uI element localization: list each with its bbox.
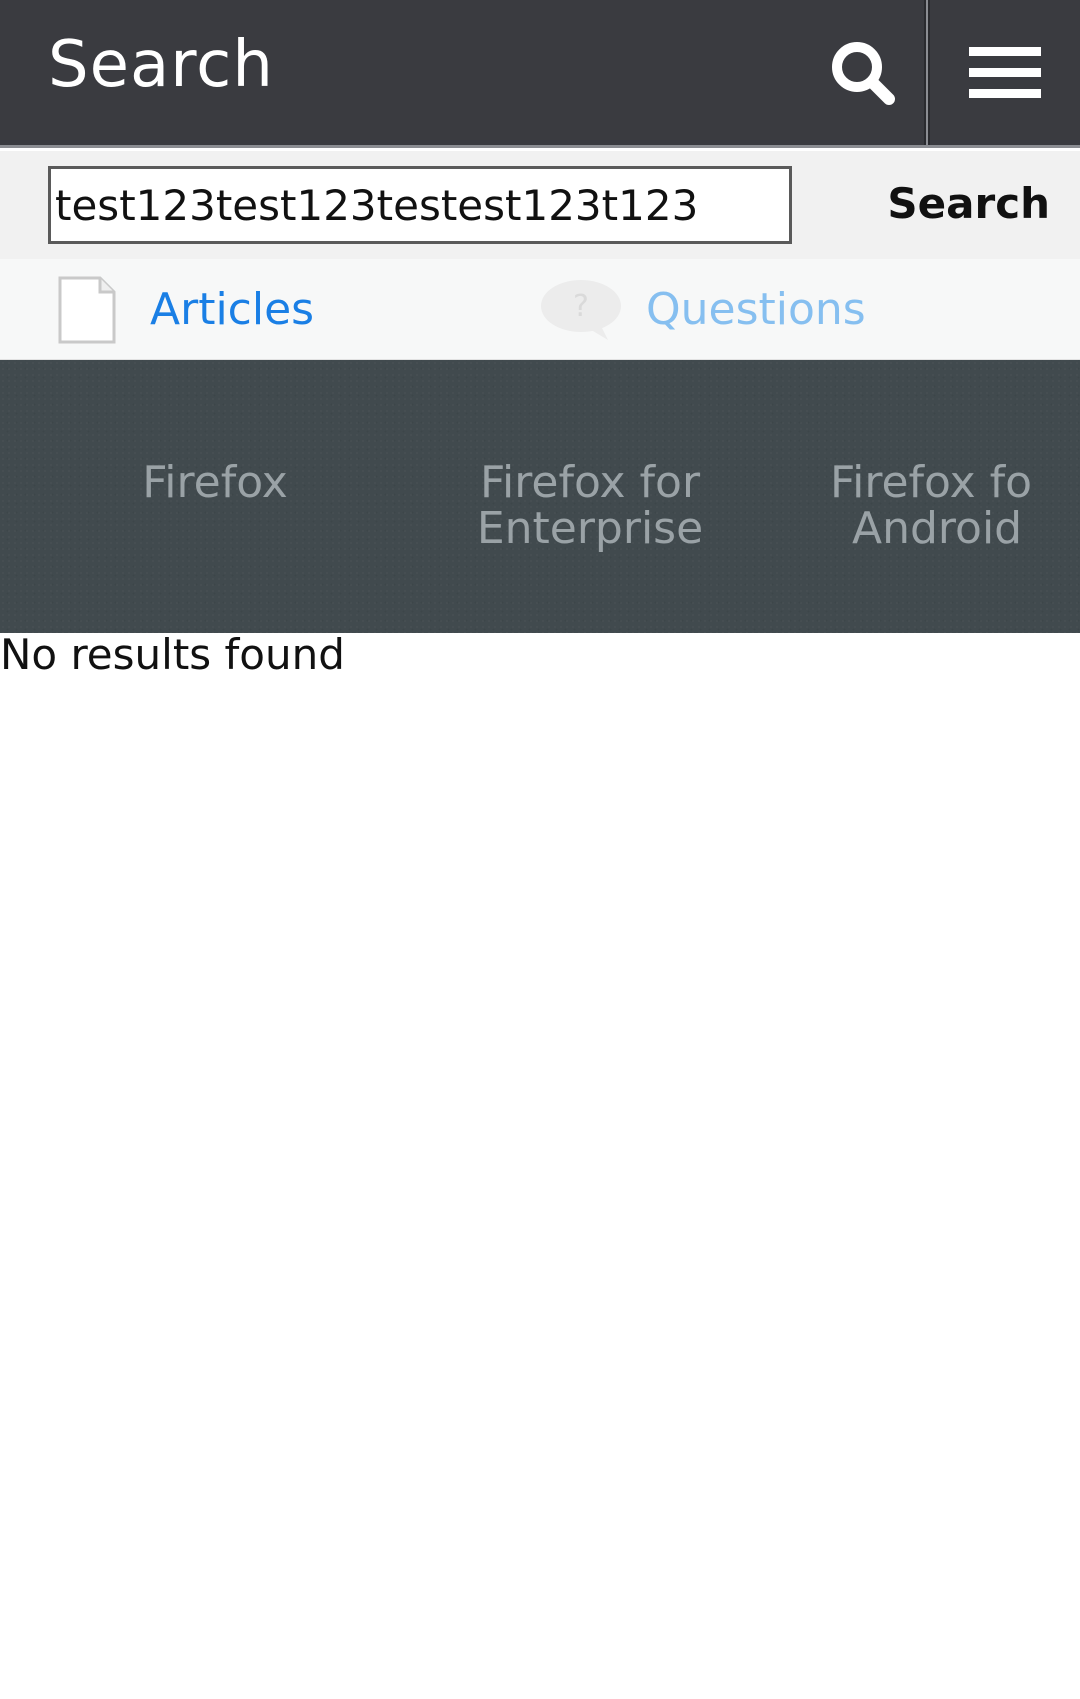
no-results-message: No results found xyxy=(0,630,345,679)
result-type-tabs: Articles ? Questions xyxy=(0,259,1080,360)
product-label-line1: Firefox xyxy=(142,457,288,508)
tab-articles[interactable]: Articles xyxy=(56,259,314,359)
search-submit-button[interactable]: Search xyxy=(870,171,1050,235)
hamburger-menu-icon xyxy=(969,46,1041,98)
product-carousel: Firefox Firefox for Enterprise Firefox f… xyxy=(0,360,1080,633)
product-firefox-enterprise[interactable]: Firefox for Enterprise xyxy=(430,460,750,552)
product-firefox[interactable]: Firefox xyxy=(55,460,375,506)
header-search-button[interactable] xyxy=(800,0,926,145)
question-bubble-icon: ? xyxy=(541,280,621,340)
tab-questions-label: Questions xyxy=(646,283,866,335)
product-firefox-android[interactable]: Firefox for Android xyxy=(830,460,1032,552)
menu-button[interactable] xyxy=(930,0,1080,145)
product-label-line1: Firefox for xyxy=(830,460,1032,508)
search-icon xyxy=(832,41,895,105)
product-firefox-android-clip: Firefox for Android xyxy=(830,460,1032,570)
product-label-line2: Android xyxy=(852,503,1023,554)
search-bar: Search xyxy=(0,151,1080,259)
page-title: Search xyxy=(48,28,274,102)
tab-questions[interactable]: ? Questions xyxy=(538,259,866,359)
product-label-line2: Enterprise xyxy=(476,503,704,554)
svg-text:?: ? xyxy=(573,289,589,324)
document-icon xyxy=(58,276,116,344)
tab-articles-label: Articles xyxy=(150,283,315,335)
search-input[interactable] xyxy=(48,166,792,244)
app-header: Search xyxy=(0,0,1080,148)
product-label-line1: Firefox for xyxy=(479,457,701,508)
